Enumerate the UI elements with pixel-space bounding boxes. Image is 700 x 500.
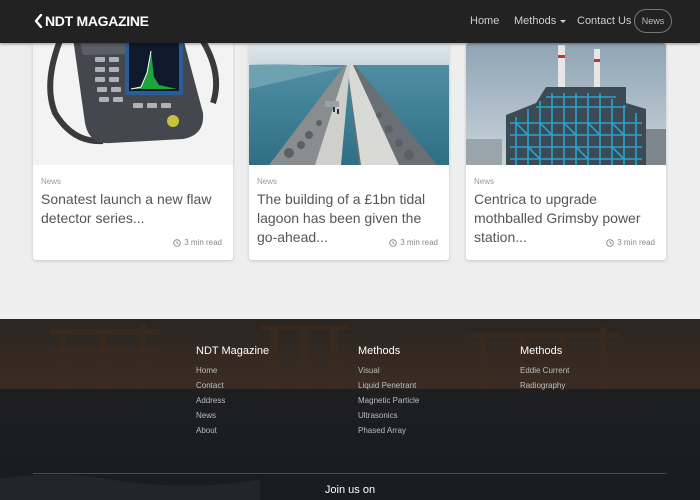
- footer-column-ndt-magazine: NDT Magazine Home Contact Address News A…: [196, 345, 269, 441]
- footer-heading: Methods: [520, 345, 563, 357]
- article-image-power-station: [466, 43, 666, 165]
- footer-link-phased-array[interactable]: Phased Array: [358, 426, 419, 441]
- article-card[interactable]: News Centrica to upgrade mothballed Grim…: [466, 43, 666, 260]
- article-title[interactable]: Sonatest launch a new flaw detector seri…: [41, 190, 229, 228]
- footer-link-contact[interactable]: Contact: [196, 381, 269, 396]
- footer-column-methods-2: Methods Eddie Current Radiography: [520, 345, 569, 396]
- footer-link-list: Visual Liquid Penetrant Magnetic Particl…: [358, 366, 419, 441]
- top-navbar: NDT MAGAZINE Home Methods Contact Us New…: [0, 0, 700, 43]
- brand-name: NDT MAGAZINE: [45, 13, 149, 29]
- read-time: 3 min read: [389, 238, 438, 247]
- nav-news-button[interactable]: News: [634, 9, 672, 33]
- footer-link-list: Home Contact Address News About: [196, 366, 269, 441]
- clock-icon: [173, 238, 181, 247]
- chevron-left-icon: [34, 14, 43, 28]
- clock-icon: [389, 238, 397, 247]
- article-image-tidal-lagoon: [249, 43, 449, 165]
- footer-link-liquid-penetrant[interactable]: Liquid Penetrant: [358, 381, 419, 396]
- article-card[interactable]: News Sonatest launch a new flaw detector…: [33, 43, 233, 260]
- caret-down-icon: [560, 19, 567, 23]
- footer-link-list: Eddie Current Radiography: [520, 366, 569, 396]
- article-card[interactable]: News The building of a £1bn tidal lagoon…: [249, 43, 449, 260]
- read-time: 3 min read: [606, 238, 655, 247]
- footer-link-eddie-current[interactable]: Eddie Current: [520, 366, 569, 381]
- read-time-label: 3 min read: [184, 238, 222, 247]
- nav-contact-link[interactable]: Contact Us: [577, 15, 631, 27]
- footer-link-radiography[interactable]: Radiography: [520, 381, 569, 396]
- read-time-label: 3 min read: [617, 238, 655, 247]
- brand-link[interactable]: NDT MAGAZINE: [34, 13, 149, 29]
- article-category: News: [257, 177, 278, 186]
- footer-divider: [33, 473, 666, 474]
- article-image-flaw-detector: [33, 43, 233, 165]
- footer-link-magnetic-particle[interactable]: Magnetic Particle: [358, 396, 419, 411]
- read-time: 3 min read: [173, 238, 222, 247]
- footer-link-visual[interactable]: Visual: [358, 366, 419, 381]
- read-time-label: 3 min read: [400, 238, 438, 247]
- footer-link-about[interactable]: About: [196, 426, 269, 441]
- footer-link-news[interactable]: News: [196, 411, 269, 426]
- join-us-heading: Join us on: [324, 484, 376, 496]
- clock-icon: [606, 238, 614, 247]
- footer-column-methods: Methods Visual Liquid Penetrant Magnetic…: [358, 345, 419, 441]
- footer-link-home[interactable]: Home: [196, 366, 269, 381]
- footer-heading: NDT Magazine: [196, 345, 270, 357]
- footer-link-ultrasonics[interactable]: Ultrasonics: [358, 411, 419, 426]
- nav-home-link[interactable]: Home: [470, 15, 499, 27]
- footer-heading: Methods: [358, 345, 401, 357]
- article-category: News: [41, 177, 62, 186]
- article-category: News: [474, 177, 495, 186]
- nav-methods-dropdown[interactable]: Methods: [514, 15, 567, 27]
- footer-link-address[interactable]: Address: [196, 396, 269, 411]
- nav-methods-label: Methods: [514, 15, 557, 27]
- site-footer: NDT Magazine Home Contact Address News A…: [0, 319, 700, 500]
